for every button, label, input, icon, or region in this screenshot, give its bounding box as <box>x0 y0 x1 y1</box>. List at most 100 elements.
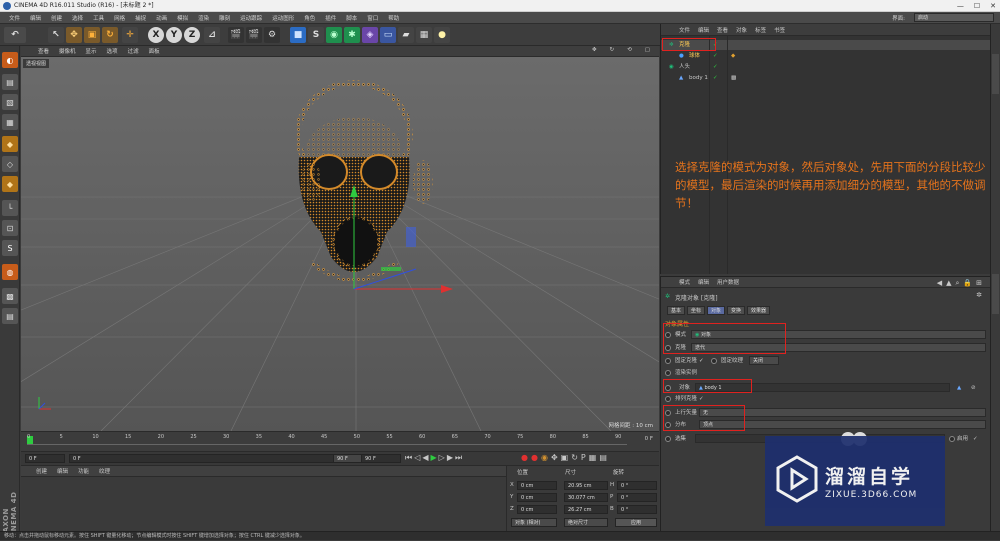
magnet-icon[interactable]: ◍ <box>2 264 18 280</box>
menu-simulate[interactable]: 模拟 <box>172 14 193 22</box>
y-axis-lock-button[interactable]: Y <box>166 27 182 43</box>
camera-icon[interactable]: ▰ <box>398 27 414 43</box>
viewport-pan-icon[interactable]: ✥ <box>587 47 602 53</box>
menu-file[interactable]: 文件 <box>4 14 25 22</box>
timeline-ruler[interactable]: 0 5 10 15 20 25 30 35 40 45 50 55 60 65 70 75 80 85 90 0 F <box>21 431 659 451</box>
layout-select[interactable]: 启动 <box>914 13 994 22</box>
workplane-mode-icon[interactable]: ▦ <box>2 114 18 130</box>
fix-texture-select[interactable]: 关闭 <box>749 356 779 365</box>
objmgr-menu-tags[interactable]: 标签 <box>751 26 770 34</box>
edges-mode-icon[interactable]: ◇ <box>2 156 18 172</box>
model-mode-icon[interactable]: ▤ <box>2 74 18 90</box>
viewport-menu-panel[interactable]: 面板 <box>144 47 165 55</box>
object-row-head[interactable]: ◉ 人头 ✓ <box>661 62 991 72</box>
apply-button[interactable]: 应用 <box>615 518 657 527</box>
material-menu-create[interactable]: 创建 <box>31 467 52 475</box>
menu-animate[interactable]: 动画 <box>151 14 172 22</box>
viewport-menu-camera[interactable]: 摄像机 <box>54 47 81 55</box>
menu-character[interactable]: 角色 <box>299 14 320 22</box>
tweak-mode-icon[interactable]: ⊡ <box>2 220 18 236</box>
attr-lock-icon[interactable]: 🔒 <box>963 279 972 288</box>
menu-mograph[interactable]: 运动图形 <box>267 14 299 22</box>
side-tab-attributes[interactable] <box>992 274 999 314</box>
material-menu-function[interactable]: 功能 <box>73 467 94 475</box>
size-y-field[interactable]: 30.077 cm <box>564 493 608 502</box>
timeline-window-icon[interactable]: ▤ <box>599 453 607 462</box>
move-tool-icon[interactable]: ✥ <box>66 27 82 43</box>
objmgr-menu-objects[interactable]: 对象 <box>732 26 751 34</box>
light-bulb-icon[interactable]: ● <box>434 27 450 43</box>
axis-mode-icon[interactable]: └ <box>2 200 18 216</box>
end-frame-field[interactable]: 90 F <box>361 454 401 463</box>
start-frame-field[interactable]: 0 F <box>25 454 65 463</box>
polygons-mode-icon[interactable]: ◆ <box>2 176 18 192</box>
object-row-sphere[interactable]: ● 球体 ✓ ◆ <box>661 51 991 61</box>
undo-icon[interactable]: ↶ <box>4 27 26 43</box>
up-vector-select[interactable]: 无 <box>699 408 986 417</box>
menu-select[interactable]: 选择 <box>67 14 88 22</box>
objmgr-menu-edit[interactable]: 编辑 <box>694 26 713 34</box>
attr-menu-mode[interactable]: 模式 <box>675 278 694 286</box>
layer-mode-icon[interactable]: ▤ <box>2 308 18 324</box>
keyframe-selection-icon[interactable]: ◉ <box>541 453 548 462</box>
attr-tab-coord[interactable]: 坐标 <box>687 306 706 315</box>
record-active-icon[interactable]: ● <box>521 453 528 462</box>
fix-clone-checkbox[interactable]: ✓ <box>699 356 704 366</box>
menu-snap[interactable]: 捕捉 <box>130 14 151 22</box>
rotation-key-icon[interactable]: ↻ <box>571 453 578 462</box>
grid-mode-icon[interactable]: ▩ <box>2 288 18 304</box>
size-x-field[interactable]: 20.95 cm <box>564 481 608 490</box>
preview-range-slider[interactable]: 0 F <box>69 454 369 463</box>
object-row-body[interactable]: ▲ body 1 ✓ ▩ <box>661 73 991 83</box>
deformer-icon[interactable]: ◈ <box>362 27 378 43</box>
spline-pen-icon[interactable]: S <box>308 27 324 43</box>
scale-tool-icon[interactable]: ▣ <box>84 27 100 43</box>
attr-menu-userdata[interactable]: 用户数据 <box>713 278 743 286</box>
render-to-picture-viewer-icon[interactable]: 🎬 <box>246 27 262 43</box>
pos-y-field[interactable]: 0 cm <box>517 493 557 502</box>
objmgr-menu-file[interactable]: 文件 <box>675 26 694 34</box>
texture-tag-icon[interactable]: ▩ <box>731 73 736 83</box>
x-axis-lock-button[interactable]: X <box>148 27 164 43</box>
attr-new-window-icon[interactable]: ⊞ <box>976 279 982 288</box>
menu-motion-tracking[interactable]: 运动跟踪 <box>235 14 267 22</box>
viewport-menu-display[interactable]: 显示 <box>81 47 102 55</box>
viewport-menu-options[interactable]: 选项 <box>102 47 123 55</box>
coordinate-system-icon[interactable]: ⊿ <box>204 27 220 43</box>
param-key-icon[interactable]: P <box>581 453 586 462</box>
attr-back-icon[interactable]: ◀ <box>937 279 942 288</box>
make-editable-icon[interactable]: ◐ <box>2 52 18 68</box>
perspective-viewport[interactable]: 透视视图 网格间距 : 10 cm <box>21 57 659 431</box>
array-icon[interactable]: ✱ <box>344 27 360 43</box>
rotate-tool-icon[interactable]: ↻ <box>102 27 118 43</box>
menu-edit[interactable]: 编辑 <box>25 14 46 22</box>
select-arrow-icon[interactable]: ↖ <box>48 27 64 43</box>
prev-key-icon[interactable]: ◁ <box>414 453 420 463</box>
link-clear-icon[interactable]: ⊘ <box>971 383 976 393</box>
menu-render[interactable]: 渲染 <box>193 14 214 22</box>
object-row-cloner[interactable]: ✲ 克隆 ✓ <box>661 40 991 50</box>
viewport-zoom-icon[interactable]: ↻ <box>605 47 620 53</box>
attr-tab-object[interactable]: 对象 <box>707 306 726 315</box>
autokey-icon[interactable]: ● <box>531 453 538 462</box>
snap-icon[interactable]: S <box>2 240 18 256</box>
visibility-check-icon[interactable]: ✓ <box>713 73 718 83</box>
floor-grid-icon[interactable]: ▦ <box>416 27 432 43</box>
point-level-key-icon[interactable]: ▦ <box>589 453 597 462</box>
texture-mode-icon[interactable]: ▧ <box>2 94 18 110</box>
cube-primitive-icon[interactable]: ■ <box>290 27 306 43</box>
viewport-menu-view[interactable]: 查看 <box>33 47 54 55</box>
phong-tag-icon[interactable]: ◆ <box>731 51 735 61</box>
attr-settings-icon[interactable]: ✲ <box>976 291 982 299</box>
recent-tool-icon[interactable]: ✛ <box>122 27 138 43</box>
clone-select[interactable]: 迭代 <box>691 343 986 352</box>
attr-tab-basic[interactable]: 基本 <box>667 306 686 315</box>
menu-script[interactable]: 脚本 <box>341 14 362 22</box>
points-mode-icon[interactable]: ◆ <box>2 136 18 152</box>
viewport-rotate-icon[interactable]: ⟲ <box>622 47 637 53</box>
mode-select[interactable]: ◉ 对象 <box>691 330 986 339</box>
z-axis-lock-button[interactable]: Z <box>184 27 200 43</box>
pos-x-field[interactable]: 0 cm <box>517 481 557 490</box>
size-z-field[interactable]: 26.27 cm <box>564 505 608 514</box>
attr-tab-transform[interactable]: 变换 <box>727 306 746 315</box>
